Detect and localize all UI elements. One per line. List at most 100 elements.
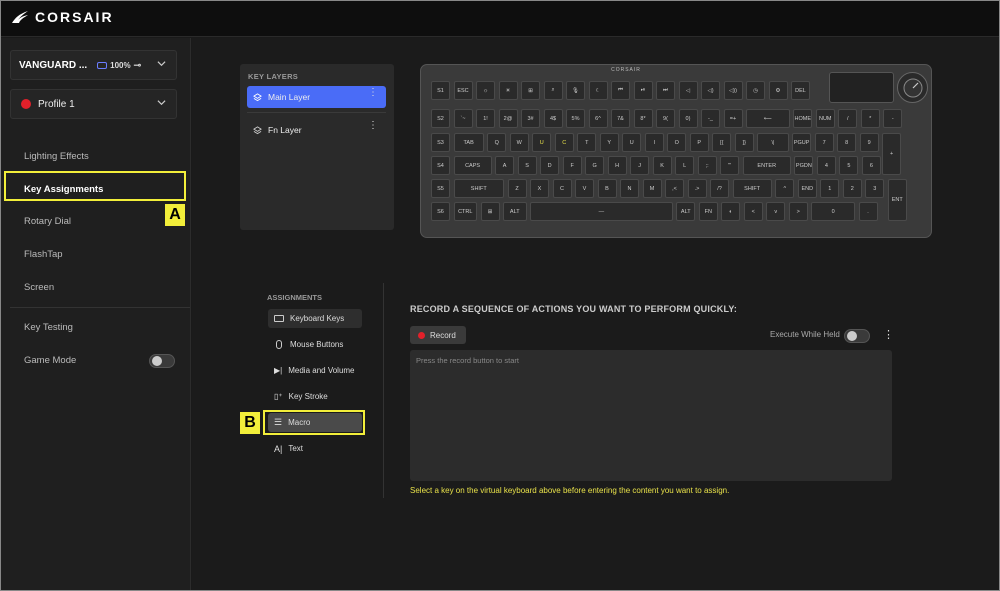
key-sym1-1[interactable]: `~: [453, 109, 473, 128]
key-9[interactable]: 9(: [656, 109, 675, 128]
key-sym4-9[interactable]: ,<: [665, 179, 684, 198]
key-m[interactable]: M: [642, 179, 662, 198]
key-t[interactable]: T: [577, 133, 597, 152]
nav-lighting-effects[interactable]: Lighting Effects: [24, 151, 89, 162]
key-shift[interactable]: SHIFT: [732, 179, 772, 198]
key-sym0-12[interactable]: ◁): [701, 81, 720, 100]
key-esc[interactable]: ESC: [453, 81, 473, 100]
kebab-menu-icon[interactable]: ⋮: [368, 88, 378, 98]
key-s3[interactable]: S3: [431, 133, 450, 152]
key-sym0-10[interactable]: ⏭: [656, 81, 675, 100]
key-sym0-6[interactable]: 🎙: [566, 81, 585, 100]
key-s2[interactable]: S2: [431, 109, 450, 128]
key-sym1-14[interactable]: ⟵: [746, 109, 790, 128]
key-7[interactable]: 7&: [611, 109, 630, 128]
assign-mouse-buttons[interactable]: Mouse Buttons: [268, 335, 362, 354]
key-a[interactable]: A: [495, 156, 515, 175]
key-7[interactable]: 7: [814, 133, 834, 152]
key-v[interactable]: v: [766, 202, 786, 221]
key-sym1-13[interactable]: =+: [723, 109, 743, 128]
game-mode-toggle[interactable]: [149, 354, 175, 368]
key-9[interactable]: 9: [859, 133, 879, 152]
key-z[interactable]: Z: [507, 179, 527, 198]
key-sym0-9[interactable]: ⏯: [633, 81, 653, 100]
key-sym0-15[interactable]: ⚙: [768, 81, 788, 100]
assign-keyboard-keys[interactable]: Keyboard Keys: [268, 309, 362, 328]
key-alt[interactable]: ALT: [676, 202, 696, 221]
key-end[interactable]: END: [797, 179, 817, 198]
profile-selector[interactable]: Profile 1: [10, 89, 177, 119]
layer-main[interactable]: Main Layer ⋮: [247, 86, 386, 108]
record-button[interactable]: Record: [410, 326, 466, 344]
key-sym5-4[interactable]: —: [530, 202, 673, 221]
key-sym3-11[interactable]: ;:: [697, 156, 717, 175]
key-sym2-19[interactable]: +: [882, 133, 902, 175]
assign-text[interactable]: A| Text: [268, 439, 362, 458]
key-sym3-12[interactable]: '": [720, 156, 740, 175]
key-sym2-12[interactable]: [{: [712, 133, 732, 152]
nav-flashtap[interactable]: FlashTap: [24, 249, 63, 260]
nav-key-testing[interactable]: Key Testing: [24, 322, 73, 333]
key-g[interactable]: G: [585, 156, 605, 175]
key-f[interactable]: F: [562, 156, 582, 175]
key-sym0-11[interactable]: ◁: [678, 81, 698, 100]
key-sym2-13[interactable]: ]}: [734, 133, 754, 152]
key-s6[interactable]: S6: [431, 202, 450, 221]
key-3[interactable]: 3#: [521, 109, 540, 128]
key-s[interactable]: S: [517, 156, 537, 175]
key-sym0-4[interactable]: ⊞: [521, 81, 540, 100]
key-2[interactable]: 2: [842, 179, 862, 198]
key-u[interactable]: U: [532, 133, 552, 152]
key-s1[interactable]: S1: [431, 81, 450, 100]
key-s5[interactable]: S5: [431, 179, 450, 198]
key-sym4-13[interactable]: ^: [775, 179, 795, 198]
key-n[interactable]: N: [620, 179, 639, 198]
key-sym1-18[interactable]: *: [860, 109, 880, 128]
key-k[interactable]: K: [652, 156, 672, 175]
key-y[interactable]: Y: [599, 133, 619, 152]
key-8[interactable]: 8*: [633, 109, 653, 128]
rotary-dial[interactable]: [897, 72, 928, 103]
key-pgup[interactable]: PGUP: [792, 133, 812, 152]
key-3[interactable]: 3: [865, 179, 885, 198]
key-c[interactable]: C: [552, 179, 572, 198]
key-c[interactable]: C: [554, 133, 574, 152]
key-sym5-7[interactable]: ◐: [721, 202, 741, 221]
key-h[interactable]: H: [607, 156, 627, 175]
device-selector[interactable]: VANGUARD ... 100% ⊸: [10, 50, 177, 80]
key-sym0-14[interactable]: ◷: [746, 81, 765, 100]
key-sym0-13[interactable]: ◁)): [723, 81, 743, 100]
key-6[interactable]: 6^: [588, 109, 608, 128]
key-4[interactable]: 4$: [543, 109, 563, 128]
kebab-menu-icon[interactable]: ⋮: [368, 121, 378, 131]
key-sym0-5[interactable]: ⌕: [543, 81, 563, 100]
key-8[interactable]: 8: [837, 133, 857, 152]
key-sym4-11[interactable]: /?: [710, 179, 729, 198]
key-i[interactable]: I: [644, 133, 664, 152]
key-enter[interactable]: ENTER: [742, 156, 791, 175]
key-del[interactable]: DEL: [791, 81, 810, 100]
nav-rotary-dial[interactable]: Rotary Dial: [24, 216, 71, 227]
key-fn[interactable]: FN: [698, 202, 718, 221]
key-x[interactable]: X: [530, 179, 549, 198]
kebab-menu-icon[interactable]: ⋮: [883, 328, 894, 341]
nav-screen[interactable]: Screen: [24, 282, 54, 293]
key-sym5-2[interactable]: ⊞: [480, 202, 500, 221]
key-sym5-8[interactable]: <: [743, 202, 763, 221]
key-u[interactable]: U: [622, 133, 642, 152]
key-sym0-8[interactable]: ⏮: [611, 81, 630, 100]
key-sym1-17[interactable]: /: [838, 109, 858, 128]
key-sym0-7[interactable]: ☾: [588, 81, 608, 100]
key-sym0-2[interactable]: ☼: [476, 81, 495, 100]
key-home[interactable]: HOME: [793, 109, 813, 128]
key-5[interactable]: 5%: [566, 109, 585, 128]
key-sym1-19[interactable]: -: [883, 109, 903, 128]
key-6[interactable]: 6: [861, 156, 881, 175]
execute-while-held-toggle[interactable]: [844, 329, 870, 343]
key-caps[interactable]: CAPS: [453, 156, 492, 175]
assign-media-volume[interactable]: ▶| Media and Volume: [268, 361, 362, 380]
key-b[interactable]: B: [597, 179, 617, 198]
key-ctrl[interactable]: CTRL: [453, 202, 477, 221]
key-tab[interactable]: TAB: [453, 133, 484, 152]
key-s4[interactable]: S4: [431, 156, 450, 175]
